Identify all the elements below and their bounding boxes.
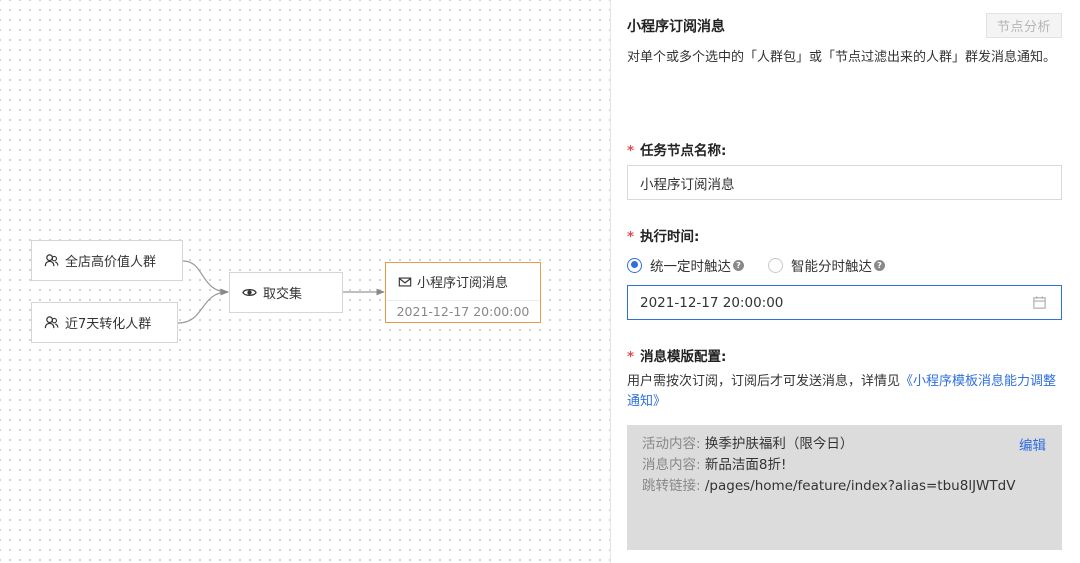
node-high-value-crowd[interactable]: 全店高价值人群 xyxy=(31,240,183,281)
node-mini-program-message[interactable]: 小程序订阅消息 2021-12-17 20:00:00 xyxy=(385,262,541,323)
template-label: * 消息模版配置: xyxy=(627,349,727,365)
help-icon[interactable]: ? xyxy=(733,259,744,271)
radio-dot xyxy=(627,257,642,273)
edge-high-value-to-intersect xyxy=(182,260,229,296)
panel-title: 小程序订阅消息 xyxy=(627,19,725,35)
template-edit-button[interactable]: 编辑 xyxy=(1019,434,1046,454)
exec-time-label: * 执行时间: xyxy=(627,229,700,245)
crowd-icon xyxy=(43,315,59,331)
template-link-row: 跳转链接: /pages/home/feature/index?alias=tb… xyxy=(642,478,1016,494)
config-panel: 小程序订阅消息 节点分析 对单个或多个选中的「人群包」或「节点过滤出来的人群」群… xyxy=(611,0,1080,563)
node-label: 取交集 xyxy=(263,287,303,302)
node-label: 近7天转化人群 xyxy=(65,317,152,332)
radio-smart-time[interactable]: 智能分时触达 ? xyxy=(768,255,885,275)
mail-icon xyxy=(398,275,412,289)
flow-canvas[interactable]: 全店高价值人群 取交集 近7天转化人群 小程序订阅消息 2021-12-17 2… xyxy=(0,0,610,563)
radio-dot xyxy=(768,257,783,273)
node-msg-header: 小程序订阅消息 xyxy=(386,263,540,301)
required-mark: * xyxy=(627,143,635,159)
panel-description: 对单个或多个选中的「人群包」或「节点过滤出来的人群」群发消息通知。 xyxy=(627,50,1057,65)
task-name-label: * 任务节点名称: xyxy=(627,143,727,159)
template-preview: 活动内容: 换季护肤福利（限今日） 消息内容: 新品洁面8折! 跳转链接: /p… xyxy=(627,425,1062,550)
help-icon[interactable]: ? xyxy=(874,259,885,271)
exec-time-radio-group: 统一定时触达 ? 智能分时触达 ? xyxy=(627,254,885,276)
node-intersect[interactable]: 取交集 xyxy=(229,272,343,313)
required-mark: * xyxy=(627,229,635,245)
template-activity-row: 活动内容: 换季护肤福利（限今日） xyxy=(642,436,854,452)
required-mark: * xyxy=(627,349,635,365)
node-label: 全店高价值人群 xyxy=(65,255,157,270)
template-description: 用户需按次订阅，订阅后才可发送消息，详情见《小程序模板消息能力调整通知》 xyxy=(627,374,1057,409)
task-name-input[interactable]: 小程序订阅消息 xyxy=(627,165,1062,200)
node-label: 小程序订阅消息 xyxy=(417,276,509,291)
calendar-icon[interactable] xyxy=(1032,295,1047,310)
node-analysis-button[interactable]: 节点分析 xyxy=(986,13,1062,38)
template-message-row: 消息内容: 新品洁面8折! xyxy=(642,457,787,473)
node-msg-time: 2021-12-17 20:00:00 xyxy=(396,304,530,319)
datetime-picker[interactable]: 2021-12-17 20:00:00 xyxy=(627,285,1062,320)
crowd-icon xyxy=(43,253,59,269)
radio-fixed-time[interactable]: 统一定时触达 ? xyxy=(627,255,744,275)
edge-recent7-to-intersect xyxy=(177,288,229,324)
eye-icon xyxy=(241,285,257,301)
node-recent7-crowd[interactable]: 近7天转化人群 xyxy=(31,302,178,343)
